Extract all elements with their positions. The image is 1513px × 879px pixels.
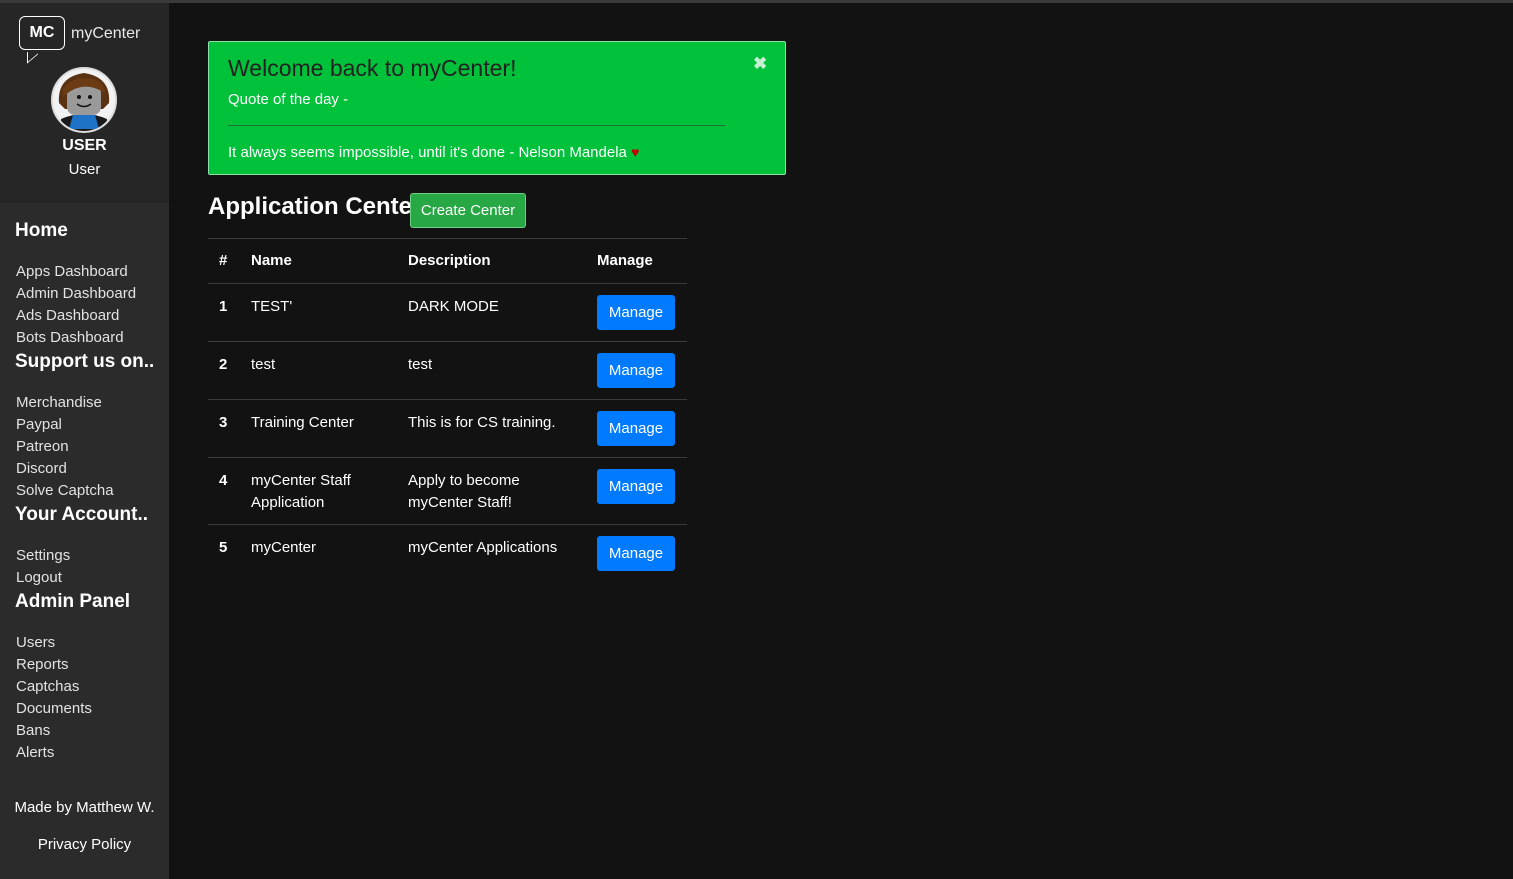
avatar: [51, 67, 117, 133]
logo-badge: MC: [19, 16, 65, 50]
sidebar-item-admin-dashboard[interactable]: Admin Dashboard: [16, 285, 136, 302]
profile-panel: MC myCenter USER User: [0, 3, 169, 203]
avatar-image: [53, 69, 115, 131]
manage-button[interactable]: Manage: [597, 469, 675, 504]
sidebar-item-settings[interactable]: Settings: [16, 547, 70, 564]
sidebar-item-captchas[interactable]: Captchas: [16, 678, 79, 695]
sidebar-item-bots-dashboard[interactable]: Bots Dashboard: [16, 329, 124, 346]
sidebar-item-documents[interactable]: Documents: [16, 700, 92, 717]
manage-button[interactable]: Manage: [597, 536, 675, 571]
table-header-row: # Name Description Manage: [208, 238, 687, 284]
alert-quote: It always seems impossible, until it's d…: [228, 144, 627, 161]
sidebar-item-reports[interactable]: Reports: [16, 656, 69, 673]
row-name: test: [251, 356, 276, 373]
close-icon[interactable]: ✖: [753, 54, 767, 74]
user-name: USER: [62, 137, 107, 154]
sidebar-item-discord[interactable]: Discord: [16, 460, 67, 477]
row-num: 1: [219, 298, 228, 315]
nav-heading-home[interactable]: Home: [15, 220, 68, 242]
nav-heading-account: Your Account..: [15, 504, 148, 525]
row-num: 2: [219, 356, 228, 373]
top-border: [0, 0, 1513, 3]
row-num: 4: [219, 472, 228, 489]
alert-divider: [228, 125, 725, 126]
manage-button[interactable]: Manage: [597, 411, 675, 446]
logo-text: myCenter: [71, 25, 141, 42]
nav-heading-support: Support us on..: [15, 351, 155, 372]
row-num: 3: [219, 414, 228, 431]
row-name: myCenter Staff Application: [251, 472, 351, 511]
create-center-button[interactable]: Create Center: [410, 193, 526, 228]
header-num: #: [219, 252, 228, 269]
header-name: Name: [251, 252, 292, 269]
alert-quote-line: It always seems impossible, until it's d…: [228, 144, 639, 161]
table-row: 2 test test Manage: [208, 341, 687, 400]
row-description: DARK MODE: [408, 298, 499, 315]
row-description: myCenter Applications: [408, 539, 558, 556]
row-description: This is for CS training.: [408, 414, 556, 431]
sidebar-item-users[interactable]: Users: [16, 634, 55, 651]
manage-button[interactable]: Manage: [597, 295, 675, 330]
row-description: Apply to become myCenter Staff!: [408, 472, 520, 511]
welcome-alert: Welcome back to myCenter! ✖ Quote of the…: [208, 41, 786, 175]
table-row: 5 myCenter myCenter Applications Manage: [208, 524, 687, 575]
table-row: 3 Training Center This is for CS trainin…: [208, 399, 687, 458]
row-num: 5: [219, 539, 228, 556]
user-role: User: [68, 161, 101, 178]
sidebar-item-logout[interactable]: Logout: [16, 569, 62, 586]
sidebar-item-merchandise[interactable]: Merchandise: [16, 394, 102, 411]
page-title: Application Centers: [208, 193, 435, 220]
sidebar-item-apps-dashboard[interactable]: Apps Dashboard: [16, 263, 128, 280]
sidebar: MC myCenter USER User Home Apps Dashboar…: [0, 3, 169, 879]
row-name: myCenter: [251, 539, 317, 556]
sidebar-item-solve-captcha[interactable]: Solve Captcha: [16, 482, 114, 499]
table-row: 1 TEST' DARK MODE Manage: [208, 283, 687, 342]
row-description: test: [408, 356, 433, 373]
nav-heading-admin: Admin Panel: [15, 591, 131, 612]
heart-icon: ♥: [631, 144, 640, 160]
sidebar-item-alerts[interactable]: Alerts: [16, 744, 54, 761]
row-name: TEST': [251, 298, 293, 315]
alert-subtitle: Quote of the day -: [228, 91, 349, 108]
manage-button[interactable]: Manage: [597, 353, 675, 388]
privacy-policy-link[interactable]: Privacy Policy: [0, 836, 169, 853]
footer-credit: Made by Matthew W.: [14, 799, 155, 816]
row-name: Training Center: [251, 414, 354, 431]
alert-title: Welcome back to myCenter!: [228, 55, 517, 81]
header-description: Description: [408, 252, 491, 269]
header-manage: Manage: [597, 252, 653, 269]
sidebar-item-paypal[interactable]: Paypal: [16, 416, 62, 433]
table-row: 4 myCenter Staff Application Apply to be…: [208, 457, 687, 525]
sidebar-item-patreon[interactable]: Patreon: [16, 438, 69, 455]
sidebar-item-bans[interactable]: Bans: [16, 722, 50, 739]
sidebar-item-ads-dashboard[interactable]: Ads Dashboard: [16, 307, 119, 324]
